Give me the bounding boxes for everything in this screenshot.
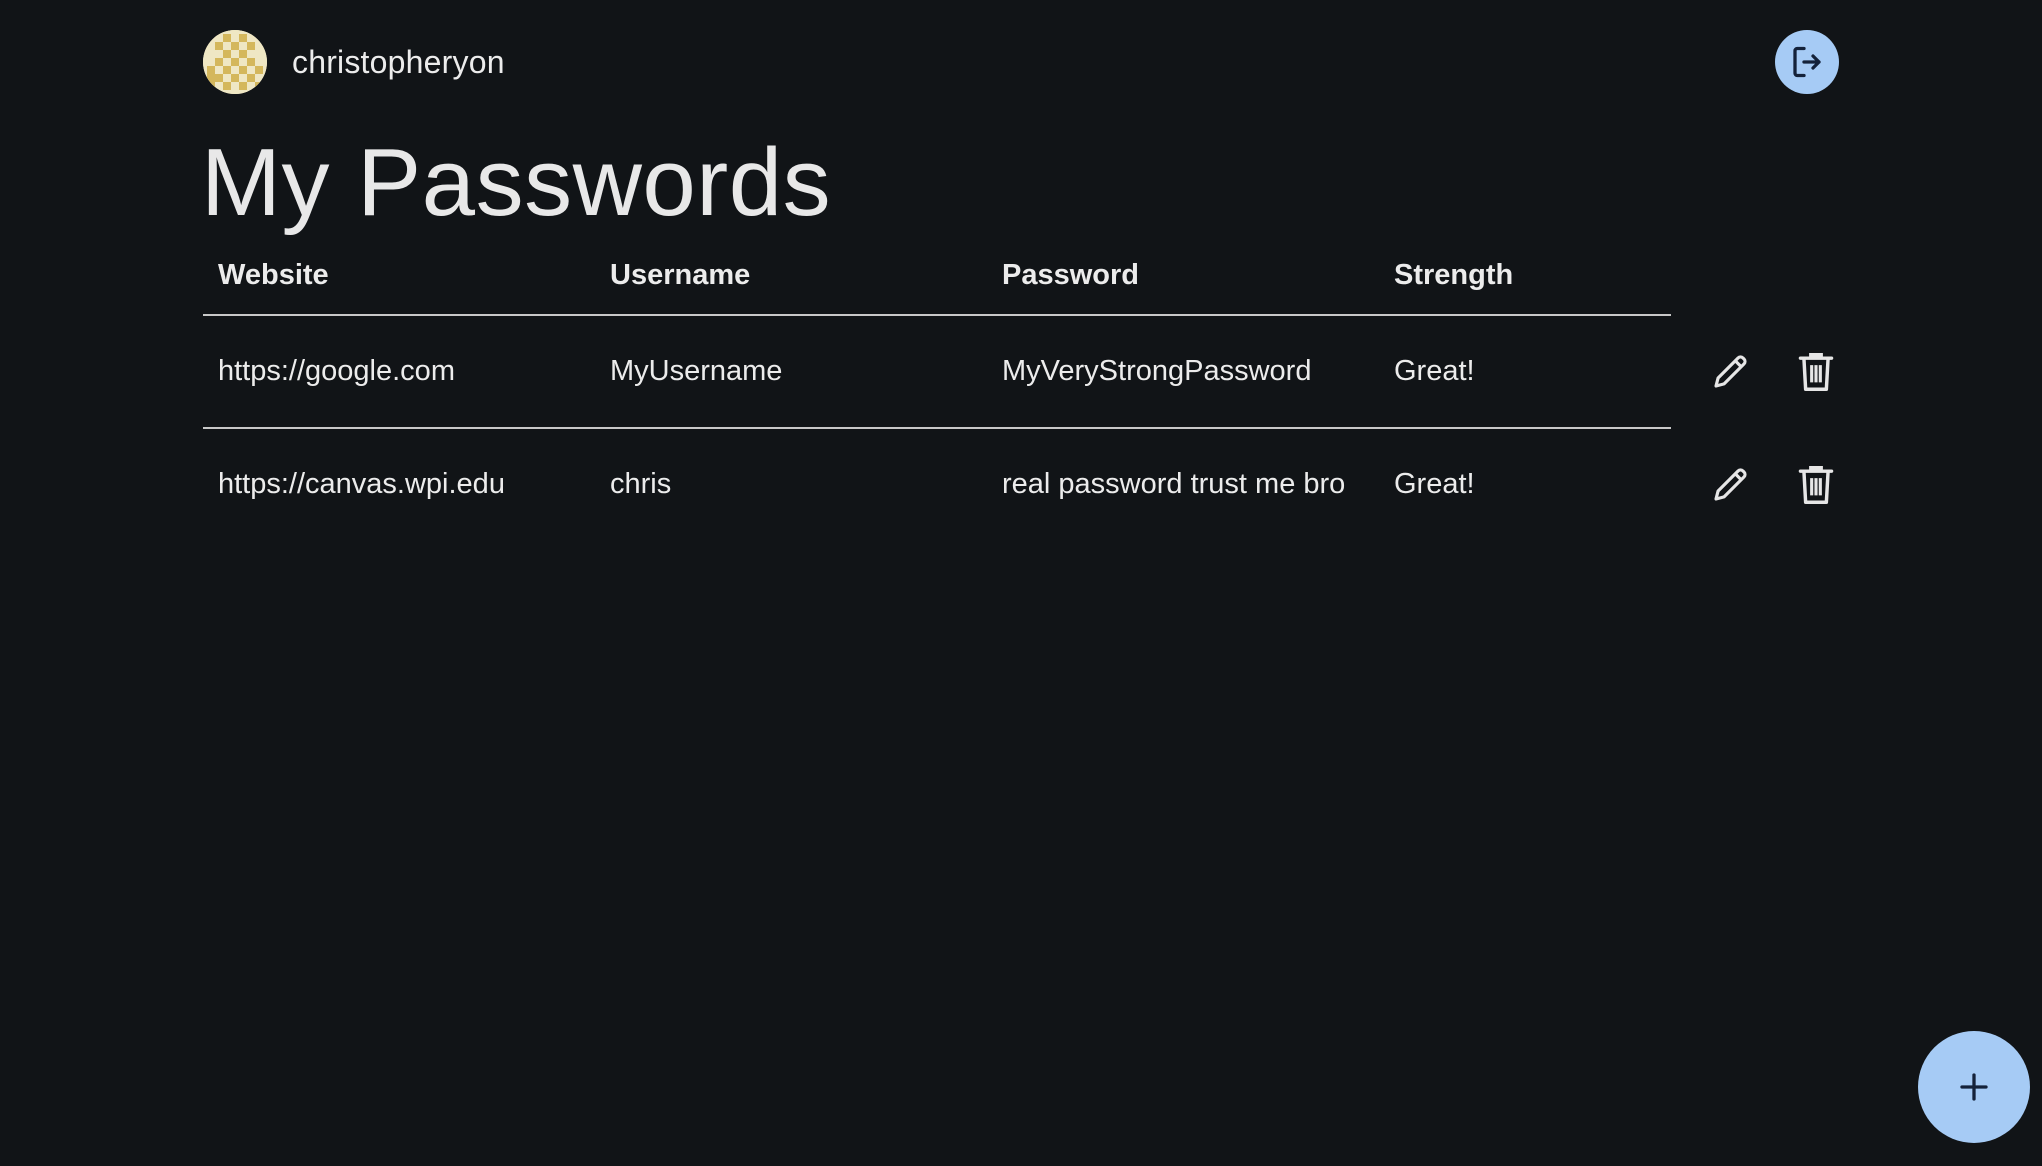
row-actions [1704,346,1842,398]
delete-button[interactable] [1790,346,1842,398]
passwords-table: Website Username Password Strength https… [203,247,1834,540]
column-header-website: Website [218,259,329,291]
trash-icon [1798,465,1834,504]
table-row: https://canvas.wpi.edu chris real passwo… [203,429,1834,540]
add-password-button[interactable] [1918,1031,2030,1143]
delete-button[interactable] [1790,459,1842,511]
website-cell: https://canvas.wpi.edu [218,468,505,500]
password-cell: real password trust me bro [1002,468,1346,500]
edit-button[interactable] [1704,459,1756,511]
trash-icon [1798,352,1834,391]
logout-icon [1793,46,1821,78]
table-row: https://google.com MyUsername MyVeryStro… [203,316,1834,429]
website-cell: https://google.com [218,355,455,387]
checkered-avatar-icon [203,30,267,94]
row-actions [1704,459,1842,511]
column-header-password: Password [1002,259,1139,291]
avatar [203,30,267,94]
pencil-icon [1714,467,1747,501]
page-title: My Passwords [201,129,832,236]
plus-icon [1960,1073,1988,1101]
pencil-icon [1714,354,1747,388]
column-header-strength: Strength [1394,259,1514,291]
table-header-row: Website Username Password Strength [203,247,1671,316]
strength-cell: Great! [1394,468,1475,500]
username-cell: MyUsername [610,355,783,387]
username-label: christopheryon [292,43,505,80]
username-cell: chris [610,468,672,500]
logout-button[interactable] [1775,30,1839,94]
edit-button[interactable] [1704,346,1756,398]
column-header-username: Username [610,259,751,291]
password-cell: MyVeryStrongPassword [1002,355,1312,387]
strength-cell: Great! [1394,355,1475,387]
user-header: christopheryon [203,30,505,94]
